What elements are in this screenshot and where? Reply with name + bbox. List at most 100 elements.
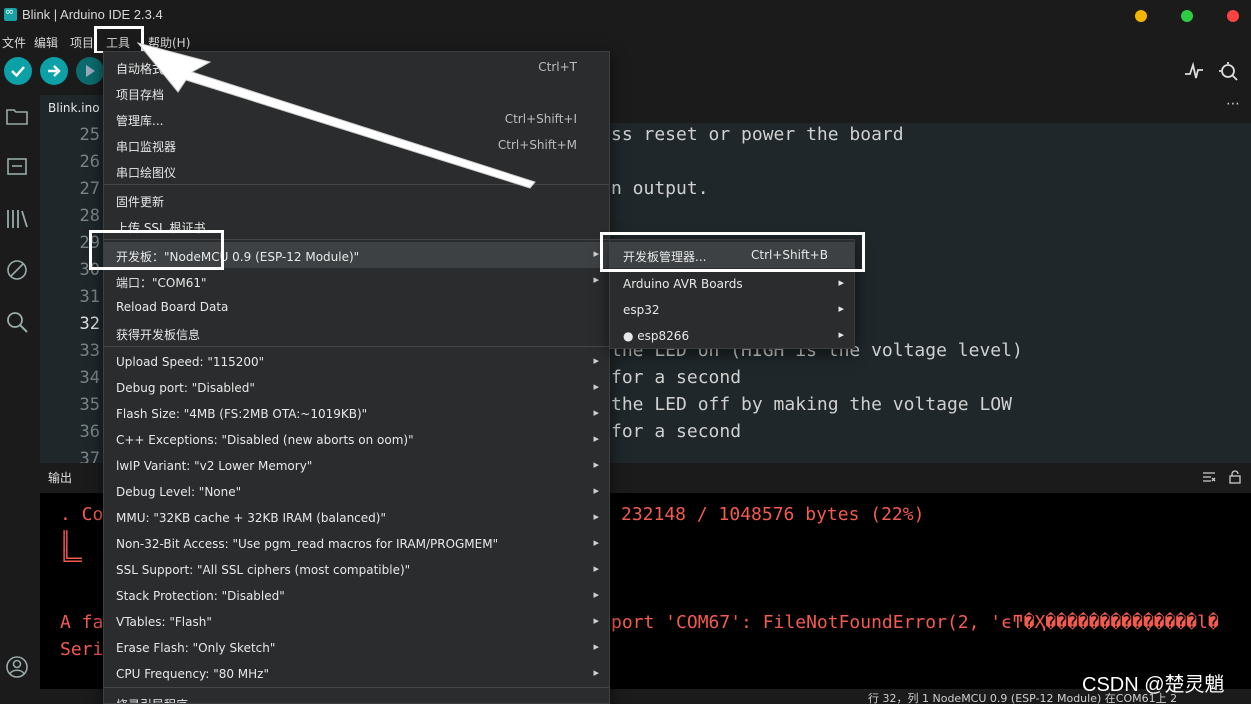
- menu-item-esp32[interactable]: esp32 ▸: [610, 297, 854, 323]
- chevron-right-icon: ▸: [593, 614, 599, 627]
- debug-sidebar-icon[interactable]: [4, 257, 30, 283]
- line-number: 28: [79, 206, 100, 226]
- line-number: 31: [79, 287, 100, 307]
- arrow-right-icon: [48, 65, 61, 77]
- menu-item-serial-plotter[interactable]: 串口绘图仪: [104, 158, 609, 184]
- chevron-right-icon: ▸: [593, 406, 599, 419]
- menu-item-lwip-variant[interactable]: lwIP Variant: "v2 Lower Memory" ▸: [104, 453, 609, 479]
- output-line: Seri: [60, 639, 104, 660]
- menu-item-ssl-support[interactable]: SSL Support: "All SSL ciphers (most comp…: [104, 557, 609, 583]
- close-button[interactable]: [1227, 10, 1239, 22]
- menu-item-arduino-avr-boards[interactable]: Arduino AVR Boards ▸: [610, 271, 854, 297]
- code-line: for a second: [611, 421, 742, 442]
- highlight-box-tools: [94, 26, 144, 54]
- chevron-right-icon: ▸: [593, 510, 599, 523]
- menu-item-stack-protection[interactable]: Stack Protection: "Disabled" ▸: [104, 583, 609, 609]
- line-number: 25: [79, 125, 100, 145]
- menu-item-esp8266[interactable]: ● esp8266 ▸: [610, 323, 854, 349]
- clear-output-icon[interactable]: [1202, 471, 1216, 483]
- menu-item-board-info[interactable]: 获得开发板信息: [104, 320, 609, 346]
- chevron-right-icon: ▸: [593, 536, 599, 549]
- output-title: 输出: [48, 471, 73, 485]
- code-line: for a second: [611, 367, 742, 388]
- menu-item-vtables[interactable]: VTables: "Flash" ▸: [104, 609, 609, 635]
- line-number: 33: [79, 341, 100, 361]
- output-line: ║: [60, 531, 71, 552]
- menu-item-port[interactable]: 端口："COM61" ▸: [104, 268, 609, 294]
- menu-file[interactable]: 文件: [2, 34, 26, 51]
- menu-item-debug-level[interactable]: Debug Level: "None" ▸: [104, 479, 609, 505]
- title-bar: [0, 0, 1251, 31]
- line-number: 34: [79, 368, 100, 388]
- menu-item-burn-bootloader[interactable]: 烧录引导程序: [104, 690, 609, 703]
- account-icon[interactable]: [4, 654, 30, 680]
- output-line: port 'COM67': FileNotFoundError(2, 'ϵͳ�Ҳ…: [611, 612, 1219, 633]
- debug-icon: [86, 65, 95, 77]
- menu-item-firmware-updater[interactable]: 固件更新: [104, 187, 609, 213]
- code-line: the LED off by making the voltage LOW: [611, 394, 1012, 415]
- verify-button[interactable]: [4, 57, 32, 85]
- chevron-right-icon: ▸: [838, 302, 844, 315]
- code-line: ss reset or power the board: [611, 124, 904, 145]
- board-manager-icon[interactable]: [4, 154, 30, 180]
- library-icon[interactable]: [4, 206, 30, 232]
- chevron-right-icon: ▸: [593, 640, 599, 653]
- menu-item-auto-format[interactable]: 自动格式化 Ctrl+T: [104, 54, 609, 80]
- menu-item-manage-libraries[interactable]: 管理库... Ctrl+Shift+I: [104, 106, 609, 132]
- output-line: A fa: [60, 612, 104, 633]
- code-line: n output.: [611, 178, 709, 199]
- arduino-logo-icon: [4, 5, 17, 21]
- menu-item-mmu[interactable]: MMU: "32KB cache + 32KB IRAM (balanced)"…: [104, 505, 609, 531]
- menu-item-flash-size[interactable]: Flash Size: "4MB (FS:2MB OTA:~1019KB)" ▸: [104, 401, 609, 427]
- menu-item-cpu-frequency[interactable]: CPU Frequency: "80 MHz" ▸: [104, 661, 609, 687]
- chevron-right-icon: ▸: [593, 666, 599, 679]
- menu-item-erase-flash[interactable]: Erase Flash: "Only Sketch" ▸: [104, 635, 609, 661]
- line-number: 26: [79, 152, 100, 172]
- serial-plotter-icon[interactable]: [1184, 62, 1204, 80]
- chevron-right-icon: ▸: [593, 273, 599, 286]
- minimize-button[interactable]: [1135, 10, 1147, 22]
- line-number: 36: [79, 422, 100, 442]
- line-number: 35: [79, 395, 100, 415]
- chevron-right-icon: ▸: [593, 247, 599, 260]
- chevron-right-icon: ▸: [593, 354, 599, 367]
- menu-help[interactable]: 帮助(H): [148, 34, 190, 51]
- highlight-box-board: [89, 230, 224, 270]
- menu-item-cpp-exceptions[interactable]: C++ Exceptions: "Disabled (new aborts on…: [104, 427, 609, 453]
- menu-item-reload-board-data[interactable]: Reload Board Data: [104, 294, 609, 320]
- output-line: 232148 / 1048576 bytes (22%): [621, 504, 925, 525]
- watermark: CSDN @楚灵魈: [1082, 674, 1225, 696]
- line-number: 37: [79, 449, 100, 463]
- check-icon: [11, 66, 25, 78]
- sidebar: [0, 89, 40, 704]
- menu-sketch[interactable]: 项目: [70, 34, 94, 51]
- maximize-button[interactable]: [1181, 10, 1193, 22]
- serial-monitor-icon[interactable]: [1218, 61, 1242, 81]
- debug-button[interactable]: [76, 57, 104, 85]
- menu-item-archive-sketch[interactable]: 项目存档: [104, 80, 609, 106]
- more-icon[interactable]: ⋯: [1226, 96, 1240, 112]
- folder-icon[interactable]: [4, 103, 30, 129]
- chevron-right-icon: ▸: [593, 432, 599, 445]
- highlight-box-boards-manager: [600, 232, 865, 272]
- menu-item-debug-port[interactable]: Debug port: "Disabled" ▸: [104, 375, 609, 401]
- search-icon[interactable]: [4, 309, 30, 335]
- tools-menu: 自动格式化 Ctrl+T 项目存档 管理库... Ctrl+Shift+I 串口监视…: [103, 51, 610, 704]
- lock-icon[interactable]: [1229, 470, 1241, 484]
- chevron-right-icon: ▸: [593, 588, 599, 601]
- chevron-right-icon: ▸: [838, 328, 844, 341]
- menu-item-upload-speed[interactable]: Upload Speed: "115200" ▸: [104, 349, 609, 375]
- output-line: . Co: [60, 504, 104, 525]
- menu-item-serial-monitor[interactable]: 串口监视器 Ctrl+Shift+M: [104, 132, 609, 158]
- chevron-right-icon: ▸: [593, 484, 599, 497]
- chevron-right-icon: ▸: [593, 458, 599, 471]
- tab-blink-ino[interactable]: Blink.ino: [40, 95, 106, 123]
- window-title: Blink | Arduino IDE 2.3.4: [22, 7, 163, 22]
- line-number: 32: [79, 314, 100, 334]
- line-number: 27: [79, 179, 100, 199]
- upload-button[interactable]: [40, 57, 68, 85]
- menu-edit[interactable]: 编辑: [34, 34, 58, 51]
- output-line: ╚═: [60, 550, 82, 571]
- chevron-right-icon: ▸: [593, 562, 599, 575]
- menu-item-non-32-bit-access[interactable]: Non-32-Bit Access: "Use pgm_read macros …: [104, 531, 609, 557]
